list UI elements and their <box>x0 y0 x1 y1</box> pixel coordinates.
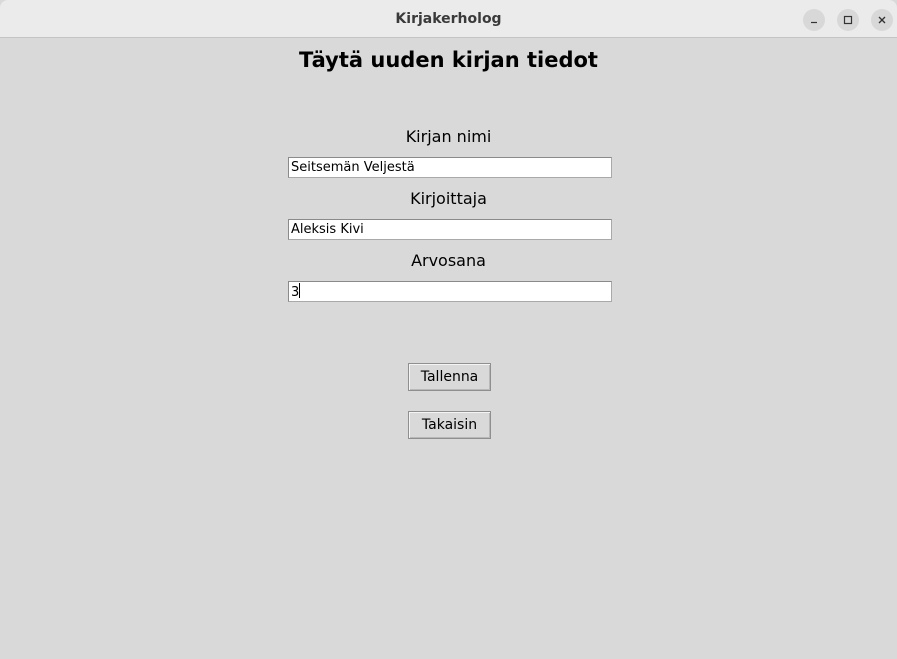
rating-label: Arvosana <box>411 251 486 270</box>
back-button[interactable]: Takaisin <box>408 411 491 439</box>
author-label: Kirjoittaja <box>410 189 487 208</box>
text-caret <box>299 283 301 298</box>
minimize-button[interactable] <box>803 9 825 31</box>
rating-value: 3 <box>291 285 300 300</box>
author-input[interactable]: Aleksis Kivi <box>288 219 612 240</box>
maximize-button[interactable] <box>837 9 859 31</box>
minimize-icon <box>809 15 819 25</box>
form-area: Täytä uuden kirjan tiedot Kirjan nimi Se… <box>0 38 897 659</box>
page-title: Täytä uuden kirjan tiedot <box>299 48 598 72</box>
book-name-input[interactable]: Seitsemän Veljestä <box>288 157 612 178</box>
book-name-label: Kirjan nimi <box>405 127 492 146</box>
save-button[interactable]: Tallenna <box>408 363 491 391</box>
close-button[interactable] <box>871 9 893 31</box>
app-window: Kirjakerholog Täytä uuden kirjan tiedot … <box>0 0 897 659</box>
window-title: Kirjakerholog <box>395 11 502 27</box>
close-icon <box>877 15 887 25</box>
maximize-icon <box>843 15 853 25</box>
title-bar[interactable]: Kirjakerholog <box>0 0 897 38</box>
rating-input[interactable]: 3 <box>288 281 612 302</box>
